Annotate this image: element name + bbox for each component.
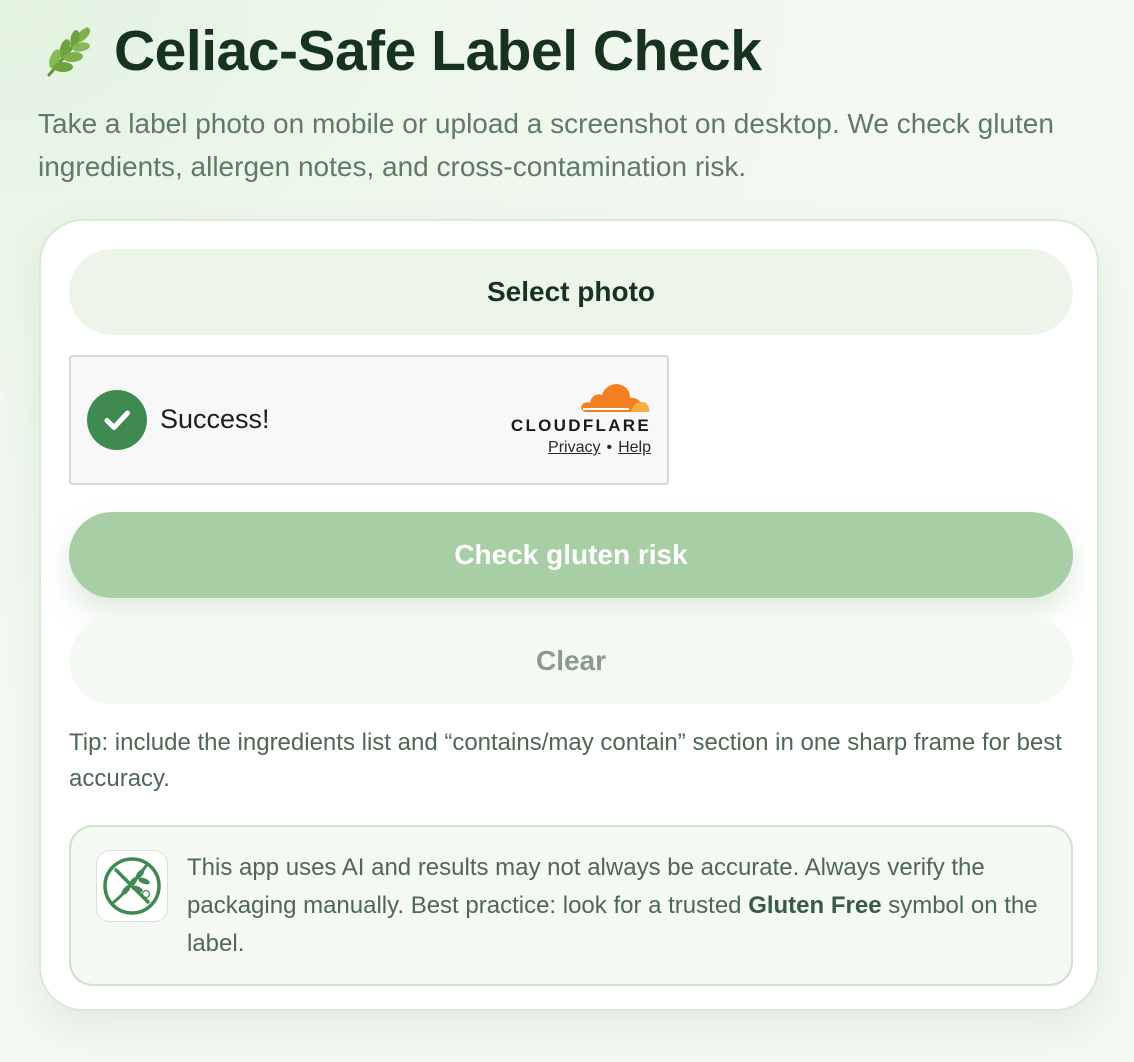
clear-button[interactable]: Clear [69, 618, 1073, 704]
gluten-free-symbol-icon [96, 850, 168, 922]
cloudflare-turnstile-widget[interactable]: Success! CLOUDFLARE Privacy • Help [69, 355, 669, 485]
page-header: Celiac-Safe Label Check Take a label pho… [38, 18, 1098, 188]
success-check-icon [87, 390, 147, 450]
cloudflare-wordmark: CLOUDFLARE [510, 416, 651, 435]
turnstile-links: Privacy • Help [548, 439, 651, 457]
privacy-link[interactable]: Privacy [548, 439, 600, 456]
turnstile-status: Success! [160, 404, 270, 434]
disclaimer-text: This app uses AI and results may not alw… [187, 849, 1047, 963]
title-row: Celiac-Safe Label Check [38, 18, 1098, 84]
check-gluten-risk-button[interactable]: Check gluten risk [69, 512, 1073, 598]
link-separator: • [606, 439, 613, 456]
herb-leaf-icon [38, 20, 100, 82]
upload-card: Select photo Success! CLOUDFLARE Privacy… [39, 219, 1099, 1011]
page-subtitle: Take a label photo on mobile or upload a… [38, 108, 1054, 182]
cloudflare-cloud-icon [581, 384, 650, 412]
select-photo-button[interactable]: Select photo [69, 249, 1073, 335]
tip-text: Tip: include the ingredients list and “c… [69, 729, 1062, 792]
gluten-free-emphasis: Gluten Free [748, 892, 882, 919]
ai-disclaimer-notice: This app uses AI and results may not alw… [69, 825, 1073, 986]
cloudflare-logo: CLOUDFLARE [501, 379, 651, 435]
page-title: Celiac-Safe Label Check [114, 19, 762, 83]
help-link[interactable]: Help [618, 439, 651, 456]
